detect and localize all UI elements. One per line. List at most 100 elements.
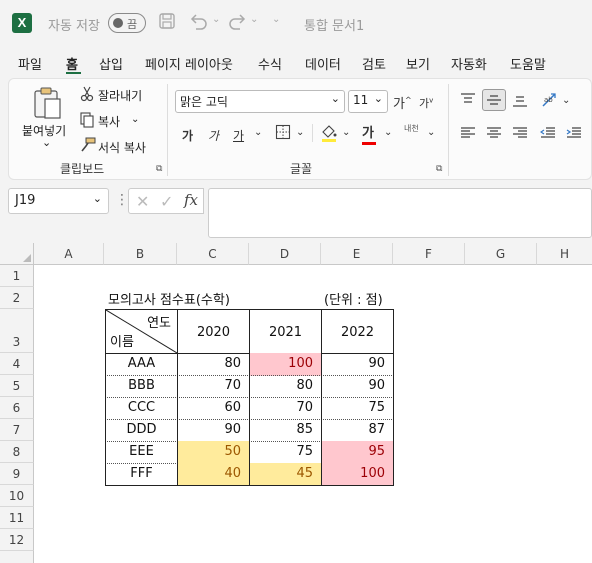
- score-cell[interactable]: 40: [177, 463, 250, 486]
- copy-button[interactable]: 복사: [98, 113, 120, 130]
- scissors-icon[interactable]: [80, 86, 94, 106]
- formula-input[interactable]: [208, 188, 592, 238]
- align-top-icon[interactable]: [460, 92, 476, 110]
- confirm-entry-icon[interactable]: ✓: [160, 192, 173, 211]
- name-cell[interactable]: AAA: [105, 353, 178, 376]
- align-center-icon[interactable]: [486, 126, 502, 144]
- score-cell[interactable]: 90: [177, 419, 250, 442]
- row-header-5[interactable]: 5: [0, 375, 34, 397]
- align-left-icon[interactable]: [460, 126, 476, 144]
- underline-button[interactable]: 가: [233, 127, 244, 144]
- paste-dropdown-icon[interactable]: ⌄: [42, 136, 51, 149]
- decrease-font-size-button[interactable]: 가v: [419, 95, 433, 111]
- score-cell[interactable]: 50: [177, 441, 250, 464]
- increase-indent-icon[interactable]: [566, 126, 582, 144]
- name-cell[interactable]: DDD: [105, 419, 178, 442]
- increase-font-size-button[interactable]: 가^: [393, 93, 412, 112]
- column-header-f[interactable]: F: [393, 243, 465, 265]
- row-header-13[interactable]: [0, 551, 34, 563]
- tab-help[interactable]: 도움말: [510, 54, 546, 73]
- row-header-9[interactable]: 9: [0, 463, 34, 485]
- save-icon[interactable]: [158, 12, 176, 34]
- insert-function-icon[interactable]: fx: [184, 191, 198, 209]
- name-cell[interactable]: FFF: [105, 463, 178, 486]
- undo-icon[interactable]: [188, 12, 208, 34]
- customize-toolbar-icon[interactable]: ⌄: [272, 14, 280, 25]
- score-cell[interactable]: 70: [249, 397, 322, 420]
- row-header-3[interactable]: 3: [0, 309, 34, 353]
- column-header-d[interactable]: D: [249, 243, 321, 265]
- tab-view[interactable]: 보기: [406, 54, 430, 73]
- tab-automate[interactable]: 자동화: [451, 54, 487, 73]
- format-painter-button[interactable]: 서식 복사: [98, 139, 146, 156]
- align-bottom-icon[interactable]: [512, 94, 528, 112]
- cut-button[interactable]: 잘라내기: [98, 87, 142, 104]
- column-header-g[interactable]: G: [465, 243, 537, 265]
- paste-icon[interactable]: [32, 86, 62, 124]
- tab-home[interactable]: 홈: [66, 54, 78, 73]
- bold-button[interactable]: 가: [182, 127, 193, 144]
- score-cell[interactable]: 95: [321, 441, 394, 464]
- name-box[interactable]: J19 ⌄: [8, 188, 109, 214]
- column-header-c[interactable]: C: [177, 243, 249, 265]
- score-cell[interactable]: 90: [321, 375, 394, 398]
- copy-dropdown-icon[interactable]: ⌄: [131, 114, 139, 125]
- font-color-dropdown-icon[interactable]: ⌄: [384, 127, 392, 138]
- column-header-b[interactable]: B: [104, 243, 177, 265]
- sheet-title-cell[interactable]: 모의고사 점수표(수학): [108, 289, 230, 308]
- score-cell[interactable]: 100: [321, 463, 394, 486]
- tab-formulas[interactable]: 수식: [258, 54, 282, 73]
- row-header-8[interactable]: 8: [0, 441, 34, 463]
- row-header-7[interactable]: 7: [0, 419, 34, 441]
- phonetic-dropdown-icon[interactable]: ⌄: [427, 127, 435, 138]
- fill-color-dropdown-icon[interactable]: ⌄: [342, 127, 350, 138]
- copy-icon[interactable]: [80, 112, 94, 132]
- score-cell[interactable]: 45: [249, 463, 322, 486]
- align-right-icon[interactable]: [512, 126, 528, 144]
- row-header-10[interactable]: 10: [0, 485, 34, 507]
- score-cell[interactable]: 90: [321, 353, 394, 376]
- score-cell[interactable]: 80: [249, 375, 322, 398]
- redo-icon[interactable]: [228, 12, 248, 34]
- font-launcher-icon[interactable]: ⧉: [436, 164, 442, 174]
- score-cell[interactable]: 60: [177, 397, 250, 420]
- autosave-toggle[interactable]: 끔: [108, 13, 146, 33]
- column-header-e[interactable]: E: [321, 243, 393, 265]
- font-size-select[interactable]: 11 ⌄: [348, 90, 388, 113]
- formula-bar-more-icon[interactable]: ⋮: [115, 192, 129, 208]
- name-cell[interactable]: CCC: [105, 397, 178, 420]
- fill-color-icon[interactable]: [320, 123, 338, 147]
- score-cell[interactable]: 70: [177, 375, 250, 398]
- decrease-indent-icon[interactable]: [539, 126, 556, 144]
- diagonal-header-cell[interactable]: 연도 이름: [105, 309, 178, 354]
- italic-button[interactable]: 가: [208, 127, 219, 144]
- column-header-h[interactable]: H: [537, 243, 592, 265]
- name-cell[interactable]: EEE: [105, 441, 178, 464]
- font-name-select[interactable]: 맑은 고딕 ⌄: [175, 90, 345, 113]
- score-cell[interactable]: 85: [249, 419, 322, 442]
- font-color-button[interactable]: 가: [362, 122, 376, 145]
- select-all-corner[interactable]: [0, 243, 34, 265]
- tab-file[interactable]: 파일: [18, 54, 42, 73]
- score-cell[interactable]: 75: [321, 397, 394, 420]
- borders-icon[interactable]: [275, 124, 291, 144]
- undo-dropdown-icon[interactable]: ⌄: [212, 14, 220, 25]
- score-cell[interactable]: 75: [249, 441, 322, 464]
- score-cell[interactable]: 100: [249, 353, 322, 376]
- clipboard-launcher-icon[interactable]: ⧉: [156, 164, 162, 174]
- phonetic-guide-button[interactable]: 내천: [404, 124, 424, 133]
- redo-dropdown-icon[interactable]: ⌄: [250, 14, 258, 25]
- row-header-4[interactable]: 4: [0, 353, 34, 375]
- orientation-icon[interactable]: ab: [541, 92, 559, 112]
- name-cell[interactable]: BBB: [105, 375, 178, 398]
- tab-review[interactable]: 검토: [362, 54, 386, 73]
- orientation-dropdown-icon[interactable]: ⌄: [562, 95, 570, 106]
- borders-dropdown-icon[interactable]: ⌄: [296, 127, 304, 138]
- row-header-6[interactable]: 6: [0, 397, 34, 419]
- row-header-2[interactable]: 2: [0, 287, 34, 309]
- column-header-a[interactable]: A: [34, 243, 104, 265]
- unit-cell[interactable]: (단위 : 점): [324, 289, 383, 308]
- format-painter-icon[interactable]: [80, 137, 96, 157]
- year-header-cell[interactable]: 2022: [321, 309, 394, 354]
- year-header-cell[interactable]: 2020: [177, 309, 250, 354]
